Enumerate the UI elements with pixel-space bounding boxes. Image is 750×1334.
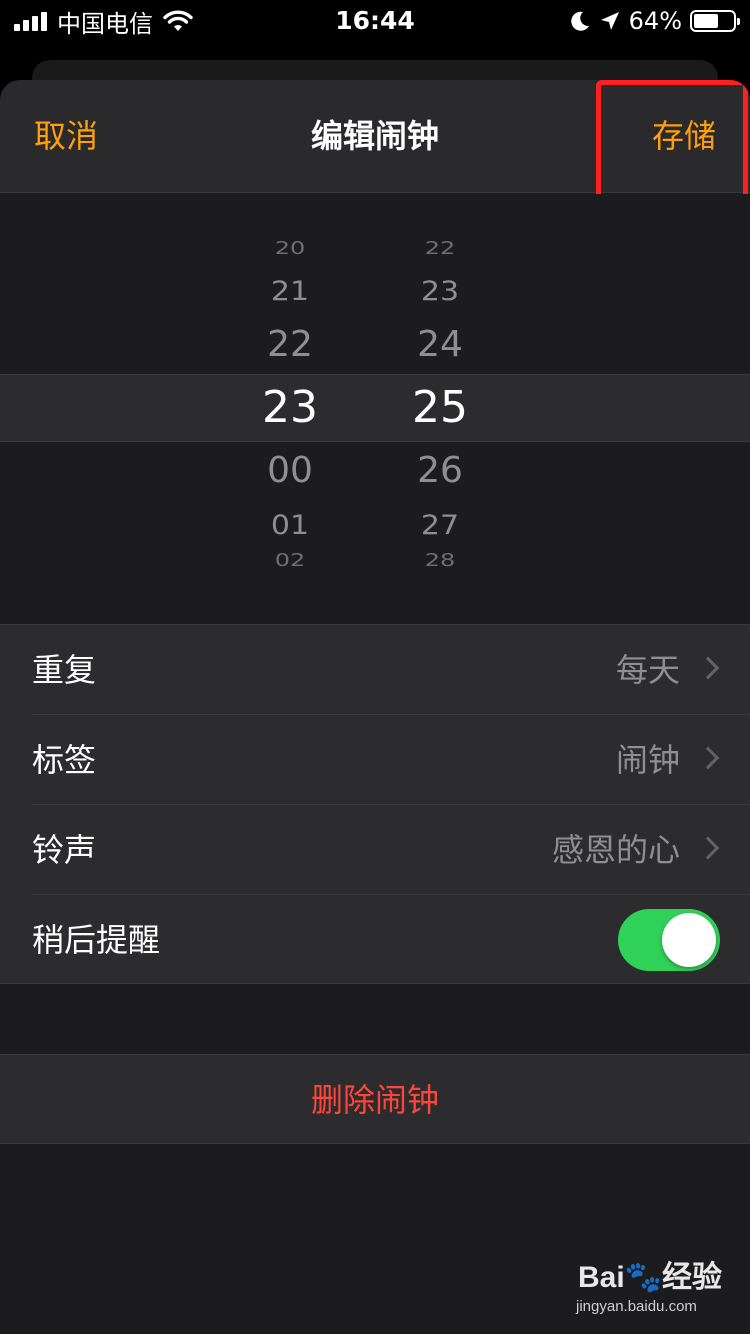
minute-option: 24 — [417, 324, 463, 365]
delete-alarm-button[interactable]: 删除闹钟 — [0, 1054, 750, 1144]
hour-option: 21 — [270, 275, 310, 308]
label-value: 闹钟 — [615, 741, 680, 779]
baidu-jingyan-watermark: Bai🐾经验 jingyan.baidu.com — [560, 1248, 740, 1328]
hour-option: 02 — [274, 549, 306, 571]
repeat-label: 重复 — [32, 651, 97, 689]
snooze-toggle[interactable] — [618, 909, 720, 971]
nav-bar: 取消 编辑闹钟 存储 — [0, 80, 750, 208]
hour-wheel[interactable]: 20 21 22 23 00 01 02 — [220, 194, 360, 624]
chevron-right-icon — [696, 746, 720, 770]
repeat-row[interactable]: 重复 每天 — [0, 625, 750, 715]
minute-option: 22 — [424, 237, 456, 259]
chevron-right-icon — [696, 656, 720, 680]
minute-option: 23 — [420, 275, 460, 308]
label-row[interactable]: 标签 闹钟 — [0, 715, 750, 805]
battery-percent: 64% — [628, 7, 682, 35]
repeat-value: 每天 — [615, 651, 680, 689]
time-picker[interactable]: 20 21 22 23 00 01 02 22 23 24 25 26 27 2… — [0, 194, 750, 624]
hour-option: 20 — [274, 237, 306, 259]
moon-icon — [570, 11, 589, 31]
battery-icon — [690, 10, 740, 32]
sound-row[interactable]: 铃声 感恩的心 — [0, 805, 750, 895]
battery-fill — [694, 14, 719, 28]
minute-selected: 25 — [412, 382, 468, 433]
minute-wheel[interactable]: 22 23 24 25 26 27 28 — [370, 194, 510, 624]
watermark-url: jingyan.baidu.com — [576, 1298, 697, 1315]
status-bar: 中国电信 16:44 64% — [0, 0, 750, 40]
sound-label: 铃声 — [32, 831, 97, 869]
hour-option: 22 — [267, 324, 313, 365]
highlight-annotation-box — [596, 80, 748, 208]
hour-option: 00 — [267, 450, 313, 491]
toggle-knob — [662, 913, 716, 967]
delete-alarm-label: 删除闹钟 — [310, 1081, 439, 1119]
snooze-label: 稍后提醒 — [32, 921, 161, 959]
minute-option: 27 — [420, 509, 460, 542]
minute-option: 26 — [417, 450, 463, 491]
alarm-settings-list: 重复 每天 标签 闹钟 铃声 感恩的心 稍后提醒 — [0, 624, 750, 984]
chevron-right-icon — [696, 836, 720, 860]
sound-value: 感恩的心 — [551, 831, 680, 869]
hour-selected: 23 — [262, 382, 318, 433]
minute-option: 28 — [424, 549, 456, 571]
hour-faded-top — [220, 200, 360, 212]
watermark-logo: Bai🐾经验 — [578, 1261, 723, 1294]
location-arrow-icon — [600, 12, 619, 30]
status-right: 64% — [569, 4, 740, 38]
snooze-row: 稍后提醒 — [0, 895, 750, 985]
edit-alarm-sheet: 取消 编辑闹钟 存储 20 21 22 23 00 01 02 22 23 24… — [0, 80, 750, 1334]
hour-option: 01 — [270, 509, 310, 542]
label-label: 标签 — [32, 741, 97, 779]
